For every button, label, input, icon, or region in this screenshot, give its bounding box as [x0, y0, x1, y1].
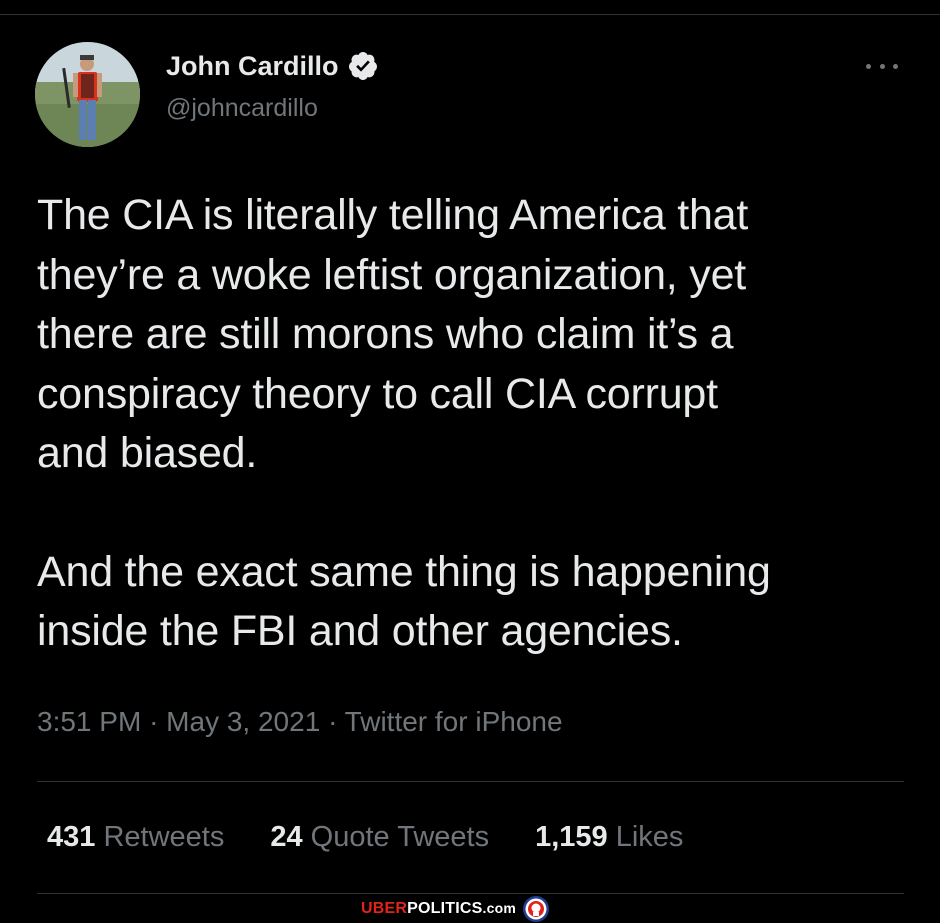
quotes-count: 24	[270, 821, 303, 853]
divider	[37, 893, 904, 894]
tweet-text: The CIA is literally telling America tha…	[37, 186, 917, 662]
retweets-stat[interactable]: 431 Retweets	[47, 821, 224, 854]
more-dot	[893, 63, 898, 69]
watermark: UBERPOLITICS.com	[361, 895, 550, 923]
tweet-date[interactable]: May 3, 2021	[166, 706, 320, 737]
tweet-meta: 3:51 PM · May 3, 2021 · Twitter for iPho…	[37, 706, 563, 738]
likes-label: Likes	[615, 821, 684, 853]
seal-logo-icon	[523, 896, 550, 922]
tweet-paragraph: The CIA is literally telling America tha…	[37, 191, 749, 477]
meta-separator: ·	[328, 706, 338, 737]
author-row: John Cardillo	[166, 50, 379, 82]
likes-stat[interactable]: 1,159 Likes	[535, 821, 683, 854]
profile-photo-icon	[35, 42, 140, 147]
quote-tweets-stat[interactable]: 24 Quote Tweets	[270, 821, 489, 854]
top-divider	[0, 14, 940, 15]
divider	[37, 781, 904, 782]
watermark-part-b: POLITICS	[407, 900, 483, 917]
more-dot	[866, 63, 871, 69]
tweet-time[interactable]: 3:51 PM	[37, 706, 141, 737]
watermark-text: UBERPOLITICS.com	[361, 900, 516, 918]
engagement-stats: 431 Retweets 24 Quote Tweets 1,159 Likes	[47, 821, 683, 854]
watermark-part-c: .com	[482, 900, 517, 916]
quotes-label: Quote Tweets	[310, 821, 490, 853]
avatar[interactable]	[35, 42, 140, 147]
retweets-label: Retweets	[103, 821, 225, 853]
tweet-paragraph: And the exact same thing is happening in…	[37, 547, 771, 656]
more-dot	[879, 63, 885, 69]
display-name[interactable]: John Cardillo	[166, 51, 339, 82]
retweets-count: 431	[47, 821, 96, 853]
verified-badge-icon	[348, 52, 377, 80]
tweet-client[interactable]: Twitter for iPhone	[345, 706, 563, 737]
more-horizontal-icon[interactable]	[860, 54, 904, 78]
watermark-part-a: UBER	[361, 900, 408, 917]
likes-count: 1,159	[535, 821, 608, 853]
meta-separator: ·	[149, 706, 159, 737]
author-handle[interactable]: @johncardillo	[166, 94, 318, 123]
